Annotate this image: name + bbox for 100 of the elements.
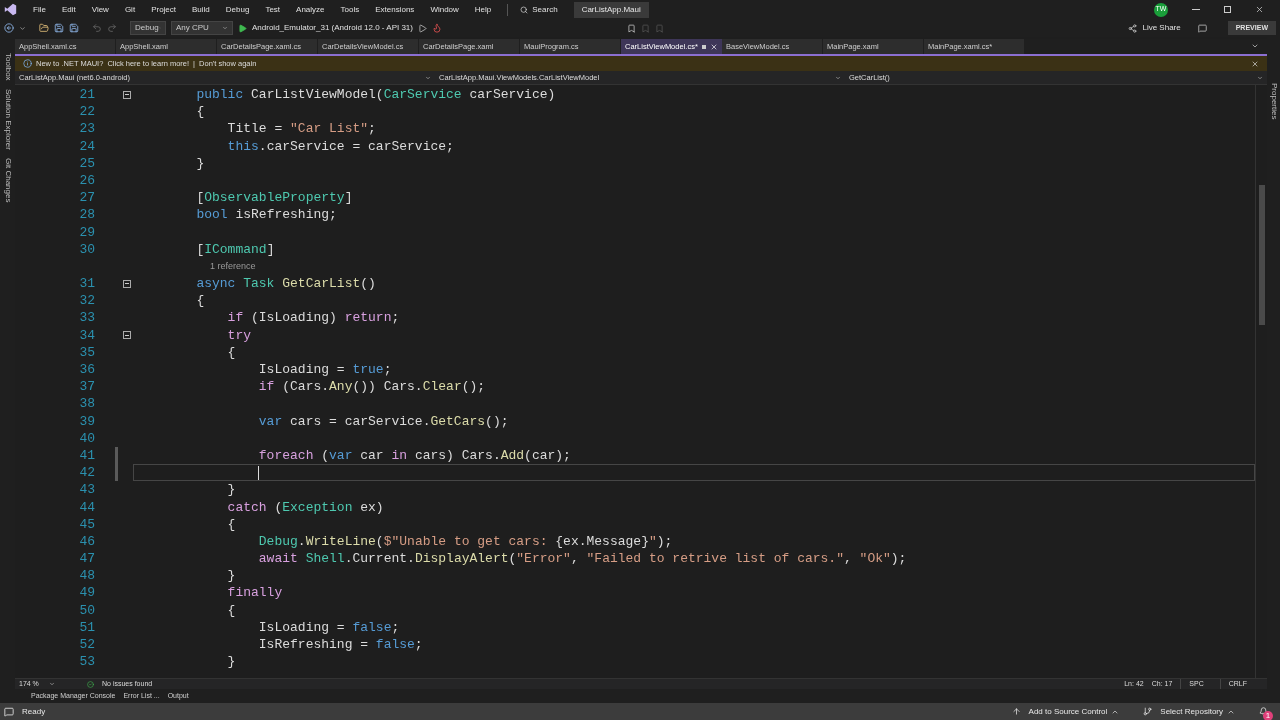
line-number: 27 xyxy=(78,189,95,207)
close-icon[interactable] xyxy=(1255,5,1264,14)
code-line: { xyxy=(226,515,236,533)
restore-icon[interactable] xyxy=(1224,6,1231,13)
line-number: 36 xyxy=(78,361,95,379)
line-number: 38 xyxy=(78,395,95,413)
line-number: 24 xyxy=(78,137,95,155)
menu-item[interactable]: View xyxy=(83,3,117,16)
code-line: Title = "Car List"; xyxy=(226,120,376,138)
line-number: 51 xyxy=(78,618,95,636)
collapse-icon[interactable] xyxy=(123,90,131,99)
line-number: 43 xyxy=(78,481,95,499)
feedback-icon[interactable] xyxy=(1197,23,1207,33)
line-number: 22 xyxy=(78,103,95,121)
text-cursor xyxy=(258,465,259,480)
output-icon[interactable] xyxy=(4,706,14,717)
platform-dropdown[interactable]: Any CPU xyxy=(171,21,233,35)
notification-badge: 1 xyxy=(1263,711,1273,720)
line-number: 46 xyxy=(78,532,95,551)
line-number: 31 xyxy=(78,275,95,293)
code-line: [ObservableProperty] xyxy=(195,189,353,207)
line-number: 28 xyxy=(78,206,95,224)
live-share-button[interactable]: Live Share xyxy=(1142,22,1181,34)
code-line: { xyxy=(195,292,205,310)
save-all-icon[interactable] xyxy=(69,23,79,33)
line-number: 34 xyxy=(78,326,95,344)
live-share-icon[interactable] xyxy=(1128,23,1138,33)
menu-item[interactable]: Edit xyxy=(53,3,84,16)
line-number: 52 xyxy=(78,636,95,654)
code-line: IsLoading = false; xyxy=(257,618,400,636)
code-line: catch (Exception ex) xyxy=(226,498,384,516)
code-line: } xyxy=(226,653,236,671)
code-line: Debug.WriteLine($"Unable to get cars: {ex.Message}"); xyxy=(257,532,673,551)
check-icon xyxy=(87,680,94,688)
menu-item[interactable]: Project xyxy=(143,3,185,16)
side-tab[interactable]: Properties xyxy=(1263,83,1280,120)
line-number: 39 xyxy=(78,412,95,430)
line-number: 23 xyxy=(78,120,95,138)
line-number: 32 xyxy=(78,292,95,310)
line-number: 49 xyxy=(78,584,95,602)
code-line: } xyxy=(226,481,236,499)
code-line: IsLoading = true; xyxy=(257,361,392,379)
search-button[interactable]: Search xyxy=(516,3,562,16)
line-number: 50 xyxy=(78,601,95,619)
run-outline-icon[interactable] xyxy=(418,23,427,33)
menu-item[interactable]: Help xyxy=(466,3,500,16)
hot-reload-icon[interactable] xyxy=(432,23,442,33)
close-icon[interactable] xyxy=(710,42,718,51)
configuration-dropdown[interactable]: Debug xyxy=(130,21,166,35)
upload-icon[interactable] xyxy=(1011,707,1021,716)
pin-icon[interactable] xyxy=(702,44,706,49)
menu-item[interactable]: Build xyxy=(184,3,218,16)
menu-item[interactable]: Analyze xyxy=(288,3,333,16)
side-tab[interactable]: Toolbox xyxy=(0,53,18,81)
notification-icon[interactable] xyxy=(1259,707,1268,716)
repository-icon[interactable] xyxy=(1143,707,1153,716)
code-line: foreach (var car in cars) Cars.Add(car); xyxy=(257,446,571,465)
run-icon[interactable] xyxy=(238,23,247,33)
collapse-icon[interactable] xyxy=(123,279,131,288)
code-line: this.carService = carService; xyxy=(226,137,454,155)
code-line: try xyxy=(226,326,252,344)
menu-item[interactable]: Extensions xyxy=(367,3,423,16)
line-number: 45 xyxy=(78,515,95,533)
tab-list-icon[interactable] xyxy=(1251,42,1259,50)
code-line: [ICommand] xyxy=(195,240,275,258)
run-target-button[interactable]: Android_Emulator_31 (Android 12.0 - API 31) xyxy=(252,22,413,34)
line-number: 37 xyxy=(78,378,95,396)
line-number: 53 xyxy=(78,653,95,671)
line-number: 41 xyxy=(78,446,95,465)
scrollbar[interactable] xyxy=(1255,85,1267,678)
info-icon xyxy=(23,59,32,68)
repository-button[interactable]: Select Repository xyxy=(1160,705,1235,718)
code-line: } xyxy=(226,567,236,585)
code-line: public CarListViewModel(CarService carService) xyxy=(195,86,556,104)
back-icon[interactable] xyxy=(4,23,14,33)
collapse-icon[interactable] xyxy=(123,331,131,340)
close-icon[interactable] xyxy=(1251,59,1259,68)
line-number: 21 xyxy=(78,86,95,104)
menu-item[interactable]: Git xyxy=(116,3,144,16)
status-text: Ready xyxy=(22,705,46,718)
code-line: await Shell.Current.DisplayAlert("Error", "Failed to retrive list of cars.", "Ok"); xyxy=(257,550,907,568)
line-number: 30 xyxy=(78,240,95,258)
save-icon[interactable] xyxy=(54,23,64,33)
search-icon xyxy=(520,5,529,14)
line-number: 44 xyxy=(78,498,95,516)
side-tab[interactable]: Git Changes xyxy=(0,157,18,202)
menu-item[interactable]: File xyxy=(25,3,54,16)
menu-item[interactable]: Tools xyxy=(332,3,368,16)
menu-item[interactable]: Window xyxy=(422,3,467,16)
codelens-text[interactable]: 1 reference xyxy=(148,257,256,276)
menu-item[interactable]: Test xyxy=(257,3,289,16)
code-line: var cars = carService.GetCars(); xyxy=(257,412,509,430)
menu-item[interactable]: Debug xyxy=(217,3,258,16)
app-logo-icon xyxy=(4,3,17,16)
solution-title: CarListApp.Maui xyxy=(573,1,649,18)
folder-icon[interactable] xyxy=(39,23,49,33)
code-line: { xyxy=(195,103,205,121)
side-tab[interactable]: Solution Explorer xyxy=(0,88,18,150)
source-control-button[interactable]: Add to Source Control xyxy=(1028,705,1120,718)
line-number: 29 xyxy=(78,223,95,241)
